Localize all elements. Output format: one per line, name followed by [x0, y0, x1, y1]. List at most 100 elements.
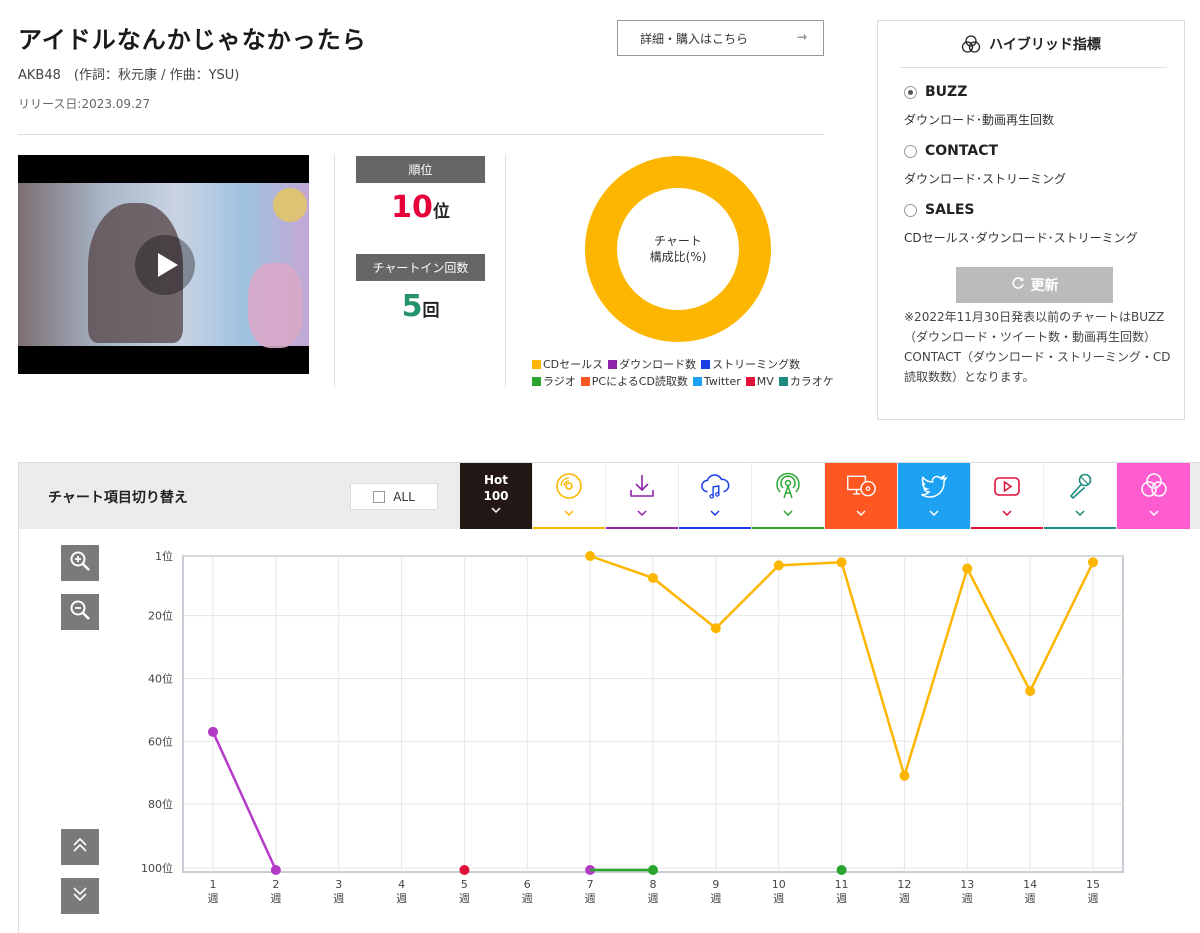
cloud-music-icon	[700, 471, 730, 501]
data-point	[836, 865, 847, 875]
option-label: BUZZ	[925, 84, 968, 100]
option-label: CONTACT	[925, 143, 999, 159]
radio-button[interactable]	[904, 203, 917, 217]
x-tick-label: 2	[272, 878, 279, 891]
arrow-right-icon: ⇾	[796, 30, 807, 44]
checkbox-icon[interactable]	[373, 490, 386, 503]
chevron-down-icon	[564, 510, 574, 519]
detail-purchase-label: 詳細・購入はこちら	[640, 31, 749, 46]
legend-row: CDセールス ダウンロード数 ストリーミング数	[532, 356, 852, 373]
tab-hot100-label: Hot 100	[483, 473, 509, 503]
tab-download[interactable]	[606, 463, 678, 529]
y-tick-label: 100位	[141, 861, 173, 875]
rank-unit: 位	[432, 202, 450, 222]
hybrid-note: ※2022年11月30日発表以前のチャートはBUZZ（ダウンロード・ツイート数・…	[904, 310, 1171, 384]
data-point	[899, 770, 910, 781]
chevron-down-icon	[929, 510, 939, 519]
tab-cd-sales[interactable]	[533, 463, 605, 529]
all-checkbox[interactable]: ALL	[350, 483, 438, 510]
chevron-down-icon	[491, 507, 501, 516]
legend-swatch	[745, 377, 755, 386]
legend-item: カラオケ	[778, 373, 834, 390]
x-tick-label: 9	[712, 878, 719, 891]
tab-twitter[interactable]	[898, 463, 970, 529]
data-point	[710, 623, 721, 634]
x-tick-unit: 週	[1088, 892, 1099, 905]
x-tick-unit: 週	[1025, 892, 1036, 905]
x-tick-unit: 週	[522, 892, 533, 905]
legend-item: CDセールス	[532, 356, 603, 373]
twitter-icon	[919, 471, 949, 501]
x-tick-unit: 週	[396, 892, 407, 905]
x-tick-unit: 週	[710, 892, 721, 905]
option-sales[interactable]: SALES	[904, 202, 975, 218]
option-contact[interactable]: CONTACT	[904, 143, 998, 159]
legend-row: ラジオ PCによるCD読取数 Twitter MV カラオケ	[532, 373, 852, 390]
legend-item: ストリーミング数	[701, 356, 800, 373]
legend-label: MV	[756, 375, 774, 388]
radio-button[interactable]	[904, 144, 917, 158]
music-video-thumbnail[interactable]	[18, 155, 309, 374]
data-point	[270, 865, 281, 875]
legend-swatch	[608, 360, 618, 369]
data-point	[585, 551, 596, 561]
x-tick-unit: 週	[648, 892, 659, 905]
tab-radio[interactable]	[752, 463, 824, 529]
rank-history-line-chart: 1位20位40位60位80位100位1週2週3週4週5週6週7週8週9週10週1…	[141, 549, 1124, 905]
chartin-count-value: 5回	[356, 289, 485, 324]
tab-pc-cd-read[interactable]	[825, 463, 897, 529]
x-tick-unit: 週	[270, 892, 281, 905]
x-tick-label: 14	[1023, 878, 1037, 891]
tab-hybrid[interactable]	[1117, 463, 1190, 529]
option-buzz[interactable]: BUZZ	[904, 84, 967, 100]
refresh-icon	[1011, 276, 1025, 294]
x-tick-label: 10	[772, 878, 786, 891]
composition-legend: CDセールス ダウンロード数 ストリーミング数 ラジオ PCによるCD読取数 Twitt…	[532, 356, 852, 390]
song-title: アイドルなんかじゃなかったら	[18, 26, 367, 54]
chart-graph-area: 1位 20位 40位 60位 80位 100位 1 週 2 週 3 週 4 週 5 週 6 週 7 週 8 週 9 週 10 週 1…	[18, 529, 1200, 933]
divider	[18, 134, 824, 135]
legend-swatch	[692, 377, 702, 386]
all-label: ALL	[393, 489, 415, 504]
hybrid-title-text: ハイブリッド指標	[989, 37, 1101, 53]
x-tick-label: 7	[587, 878, 594, 891]
x-tick-label: 4	[398, 878, 405, 891]
hybrid-icon	[961, 35, 981, 57]
tab-streaming[interactable]	[679, 463, 751, 529]
legend-item: MV	[745, 373, 774, 390]
legend-swatch	[532, 377, 541, 386]
legend-label: Twitter	[703, 375, 741, 388]
chart-switch-label: チャート項目切り替え	[48, 490, 188, 506]
chevron-down-icon	[710, 510, 720, 519]
divider	[505, 155, 506, 387]
x-tick-unit: 週	[962, 892, 973, 905]
cd-icon	[554, 471, 584, 501]
detail-purchase-button[interactable]: 詳細・購入はこちら ⇾	[617, 20, 824, 56]
video-play-icon	[992, 471, 1022, 501]
data-point	[1025, 686, 1036, 697]
donut-center-line1: チャート	[654, 234, 702, 248]
tab-hot100[interactable]: Hot 100	[460, 463, 532, 529]
play-icon[interactable]	[135, 235, 195, 295]
rank-number: 10	[391, 190, 433, 225]
x-tick-label: 1	[210, 878, 217, 891]
refresh-button[interactable]: 更新	[956, 267, 1113, 303]
song-artist-credits: AKB48 (作詞：秋元康 / 作曲：YSU)	[18, 68, 240, 83]
y-tick-label: 40位	[148, 671, 173, 685]
chevron-down-icon	[1075, 510, 1085, 519]
legend-label: ストリーミング数	[712, 358, 801, 371]
legend-item: ダウンロード数	[608, 356, 696, 373]
tab-mv[interactable]	[971, 463, 1043, 529]
divider	[901, 67, 1167, 68]
data-point	[773, 560, 784, 571]
composition-donut-chart: チャート 構成比(%)	[585, 156, 771, 342]
rank-label: 順位	[356, 156, 485, 183]
rank-value: 10位	[356, 190, 485, 225]
x-tick-label: 15	[1086, 878, 1100, 891]
x-tick-unit: 週	[899, 892, 910, 905]
tab-karaoke[interactable]	[1044, 463, 1116, 529]
legend-label: PCによるCD読取数	[591, 375, 688, 388]
legend-swatch	[580, 377, 590, 386]
legend-item: ラジオ	[532, 373, 576, 390]
radio-button-selected[interactable]	[904, 85, 917, 99]
